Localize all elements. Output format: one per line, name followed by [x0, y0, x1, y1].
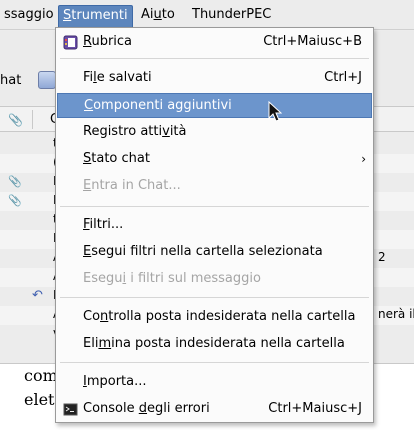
message-row-trailing-text: 2: [378, 250, 386, 264]
menu-item-label: Stato chat: [83, 151, 150, 166]
menu-strumenti[interactable]: Strumenti: [58, 5, 133, 27]
address-book-icon: [63, 35, 78, 50]
menu-item-label: Controlla posta indesiderata nella carte…: [83, 309, 356, 324]
attachment-icon: 📎: [8, 175, 22, 188]
menu-aiuto[interactable]: Aiuto: [137, 5, 179, 27]
menu-item-label: Componenti aggiuntivi: [84, 98, 232, 113]
menu-item-label: Rubrica: [83, 34, 133, 49]
menu-item-componenti-aggiuntivi[interactable]: Componenti aggiuntivi: [57, 93, 372, 118]
menu-separator: [60, 362, 369, 363]
menu-item-filtri[interactable]: Filtri...: [57, 213, 372, 238]
menu-item-label: Registro attività: [83, 124, 187, 139]
menu-item-label: Esegui i filtri sul messaggio: [83, 271, 261, 286]
message-row-trailing-text: nerà il: [378, 307, 414, 321]
menu-separator: [60, 206, 369, 207]
menu-separator: [60, 297, 369, 298]
menu-item-label: Importa...: [83, 374, 147, 389]
menu-item-registro-attività[interactable]: Registro attività: [57, 120, 372, 145]
menu-item-shortcut: Ctrl+J: [324, 70, 362, 85]
preview-line: com: [24, 366, 58, 385]
menu-item-label: Esegui filtri nella cartella selezionata: [83, 244, 323, 259]
menu-item-stato-chat[interactable]: Stato chat ›: [57, 147, 372, 172]
menu-messaggio[interactable]: ssaggio: [0, 5, 58, 27]
chat-icon[interactable]: [38, 71, 56, 89]
menu-item-console-degli-errori[interactable]: Console degli errori Ctrl+Maiusc+J: [57, 397, 372, 422]
menu-thunderpec[interactable]: ThunderPEC: [188, 5, 275, 27]
menubar: ssaggio Strumenti Aiuto ThunderPEC: [0, 0, 414, 30]
attachment-column-icon[interactable]: 📎: [8, 113, 23, 127]
menu-item-label: File salvati: [83, 70, 152, 85]
menu-separator: [60, 58, 369, 59]
menu-item-shortcut: Ctrl+Maiusc+B: [263, 34, 362, 49]
menu-item-shortcut: Ctrl+Maiusc+J: [268, 401, 362, 416]
menu-item-esegui-i-filtri-sul-messaggio: Esegui i filtri sul messaggio: [57, 267, 372, 292]
menu-item-label: Filtri...: [83, 217, 124, 232]
menu-item-importa[interactable]: Importa...: [57, 370, 372, 395]
column-divider: [32, 110, 33, 129]
menu-item-label: Console degli errori: [83, 401, 210, 416]
mouse-cursor-icon: [268, 101, 282, 122]
menu-item-elimina-posta-indesiderata-nella-cartella[interactable]: Elimina posta indesiderata nella cartell…: [57, 332, 372, 357]
submenu-arrow-icon: ›: [361, 152, 366, 166]
replied-icon: ↶: [32, 288, 43, 303]
menu-item-controlla-posta-indesiderata-nella-cartella[interactable]: Controlla posta indesiderata nella carte…: [57, 305, 372, 330]
menu-item-esegui-filtri-nella-cartella-selezionata[interactable]: Esegui filtri nella cartella selezionata: [57, 240, 372, 265]
chat-button-label[interactable]: hat: [0, 73, 21, 88]
menu-item-file-salvati[interactable]: File salvati Ctrl+J: [57, 66, 372, 91]
strumenti-dropdown-menu: Rubrica Ctrl+Maiusc+B File salvati Ctrl+J Co…: [55, 27, 374, 423]
menu-item-rubrica[interactable]: Rubrica Ctrl+Maiusc+B: [57, 30, 372, 55]
menu-item-label: Elimina posta indesiderata nella cartell…: [83, 336, 345, 351]
preview-line: elet: [24, 390, 55, 409]
attachment-icon: 📎: [8, 194, 22, 207]
console-icon: [63, 402, 78, 417]
menu-item-label: Entra in Chat...: [83, 178, 181, 193]
menu-item-entra-in-chat: Entra in Chat...: [57, 174, 372, 199]
